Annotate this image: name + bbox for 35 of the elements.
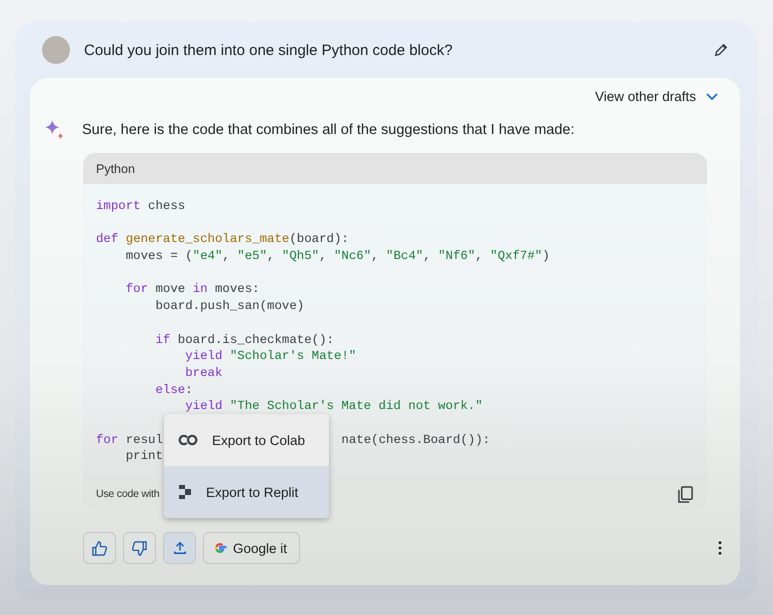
code-line: yield "Scholar's Mate!" — [184, 348, 356, 365]
share-button[interactable] — [163, 532, 196, 564]
code-line: def generate_scholars_mate(board): — [96, 231, 349, 248]
thumb-down-button[interactable] — [123, 532, 156, 564]
google-button[interactable]: Google it — [203, 532, 300, 564]
footer-text: Use code with — [96, 488, 160, 500]
code-line: for resul — [96, 432, 163, 448]
language-label: Python — [96, 162, 135, 176]
menu-item[interactable]: Export to Replit — [164, 466, 329, 518]
edit-icon[interactable] — [714, 43, 728, 57]
code-line: moves = ("e4", "e5", "Qh5", "Nc6", "Bc4", "Nf6", "Qxf7#") — [124, 248, 550, 265]
code-line: for move in moves: — [124, 281, 260, 298]
code-line: board.push_san(move) — [154, 298, 304, 315]
upload-icon — [172, 541, 186, 555]
code-line: if board.is_checkmate(): — [154, 332, 334, 348]
replit-icon — [178, 484, 192, 500]
thumbs-down-icon — [132, 540, 147, 556]
copy-icon[interactable] — [678, 486, 693, 502]
user-prompt: Could you join them into one single Python code block? — [84, 42, 454, 58]
code-line: yield "The Scholar's Mate did not work." — [184, 398, 483, 415]
code-line: break — [184, 364, 222, 382]
chevron-icon — [706, 92, 718, 100]
code-line: print — [124, 448, 163, 465]
code-line: import chess — [96, 198, 186, 215]
response-text: Sure, here is the code that combines all of the suggestions that I have made: — [82, 122, 574, 138]
thumb-up-button[interactable] — [83, 532, 116, 564]
view-drafts-button[interactable]: View other drafts — [594, 86, 718, 107]
more-options-icon[interactable] — [718, 541, 722, 555]
colab-icon — [178, 434, 198, 446]
menu-item[interactable]: Export to Colab — [164, 414, 329, 466]
avatar — [42, 36, 70, 64]
code-line: else: — [154, 382, 193, 398]
thumbs-up-icon — [92, 540, 107, 556]
google-icon — [213, 541, 227, 555]
code-fragment: nate(chess.Board()): — [341, 432, 490, 448]
